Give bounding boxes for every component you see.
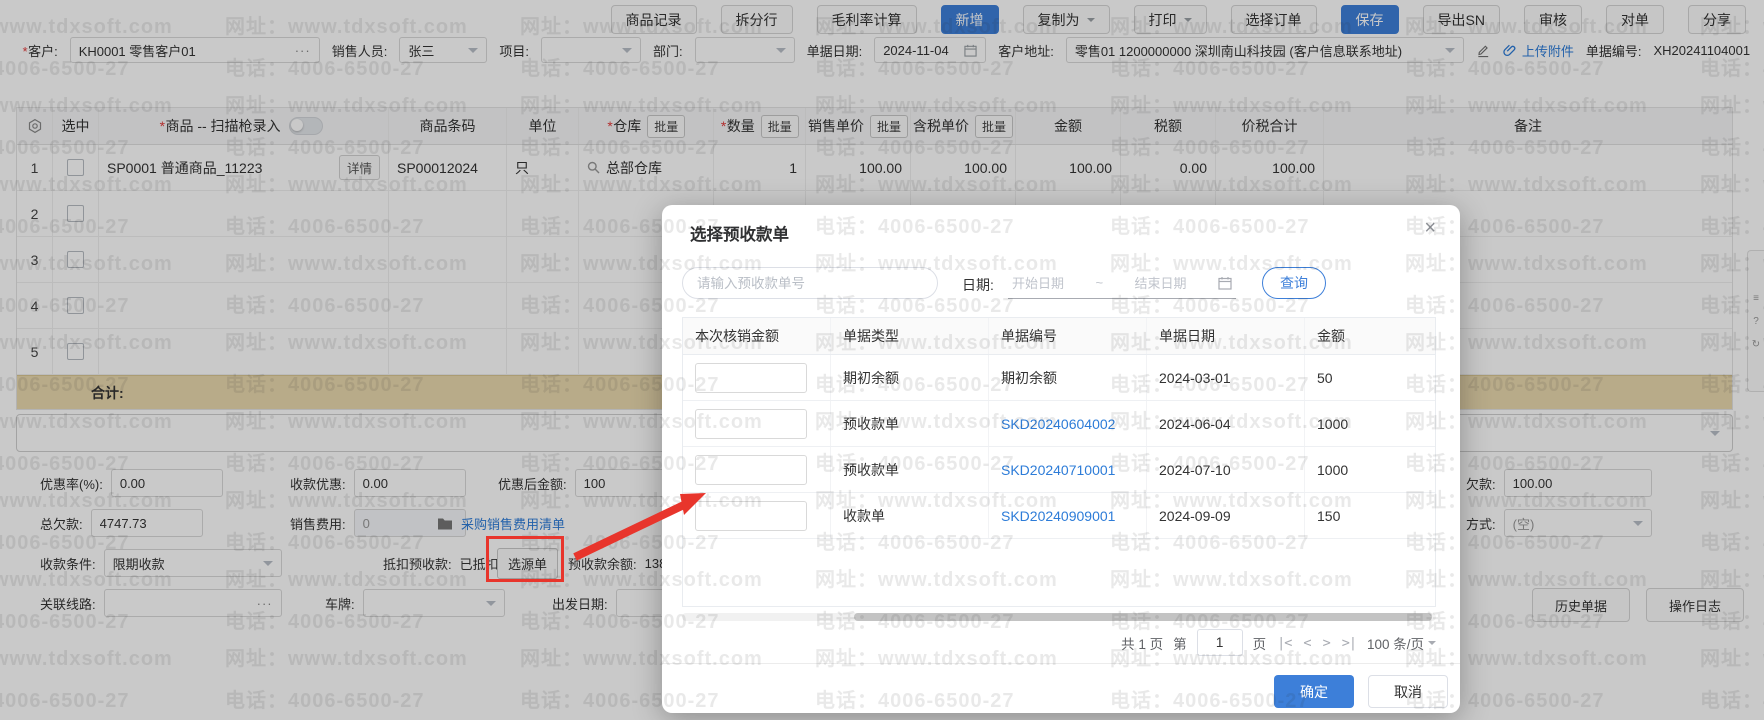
writeoff-amount-input[interactable] xyxy=(695,455,807,485)
next-page-icon[interactable]: > xyxy=(1322,635,1331,651)
date-separator: ~ xyxy=(1095,275,1103,290)
date-start-placeholder[interactable]: 开始日期 xyxy=(1012,273,1064,292)
sales-order-window: 商品记录拆分行毛利率计算新增复制为打印选择订单保存导出SN审核对单分享 *客户:… xyxy=(0,0,1764,720)
writeoff-amount-cell xyxy=(683,447,831,492)
chevron-down-icon xyxy=(1428,641,1436,649)
writeoff-amount-cell xyxy=(683,493,831,538)
modal-column-header: 金额 xyxy=(1305,318,1435,354)
amount-cell: 1000 xyxy=(1305,447,1435,492)
page-suffix: 页 xyxy=(1253,633,1267,653)
writeoff-amount-input[interactable] xyxy=(695,363,807,393)
doc-no-cell[interactable]: SKD20240604002 xyxy=(989,401,1147,446)
modal-title: 选择预收款单 xyxy=(690,221,789,245)
doc-no-link[interactable]: SKD20240604002 xyxy=(1001,416,1115,432)
advance-receipt-table-body: 期初余额期初余额2024-03-0150预收款单SKD2024060400220… xyxy=(683,355,1435,539)
first-page-icon[interactable]: |< xyxy=(1276,635,1292,651)
advance-receipt-table: 本次核销金额单据类型单据编号单据日期金额 期初余额期初余额2024-03-015… xyxy=(682,317,1436,607)
page-input[interactable] xyxy=(1197,629,1243,656)
amount-cell: 1000 xyxy=(1305,401,1435,446)
modal-date-label: 日期: xyxy=(962,275,994,295)
page-prefix: 第 xyxy=(1173,633,1187,653)
modal-footer-divider xyxy=(662,663,1460,664)
doc-no-cell[interactable]: SKD20240710001 xyxy=(989,447,1147,492)
modal-column-header: 单据类型 xyxy=(831,318,989,354)
writeoff-amount-input[interactable] xyxy=(695,501,807,531)
writeoff-amount-cell xyxy=(683,401,831,446)
advance-receipt-no-input[interactable] xyxy=(682,267,938,299)
doc-no-link[interactable]: SKD20240909001 xyxy=(1001,508,1115,524)
confirm-button[interactable]: 确定 xyxy=(1274,675,1354,708)
close-icon[interactable]: × xyxy=(1424,217,1436,240)
advance-receipt-row: 收款单 SKD20240909001 2024-09-09150 xyxy=(683,493,1435,539)
doc-type-cell: 预收款单 xyxy=(831,401,989,446)
writeoff-amount-input[interactable] xyxy=(695,409,807,439)
calendar-icon[interactable] xyxy=(1218,276,1232,290)
doc-type-cell: 收款单 xyxy=(831,493,989,538)
total-pages: 共 1 页 xyxy=(1121,633,1163,653)
modal-column-header: 单据编号 xyxy=(989,318,1147,354)
doc-date-cell: 2024-03-01 xyxy=(1147,355,1305,400)
advance-receipt-row: 期初余额期初余额2024-03-0150 xyxy=(683,355,1435,401)
amount-cell: 50 xyxy=(1305,355,1435,400)
last-page-icon[interactable]: >| xyxy=(1341,635,1357,651)
doc-no-cell: 期初余额 xyxy=(989,355,1147,400)
advance-receipt-table-header: 本次核销金额单据类型单据编号单据日期金额 xyxy=(683,318,1435,355)
pagination: 共 1 页 第 页 |< < > >| 100 条/页 xyxy=(1121,629,1436,656)
select-advance-receipt-modal: 选择预收款单 × 日期: 开始日期 ~ 结束日期 查询 本次核销金额单据类型单据… xyxy=(662,205,1460,713)
advance-receipt-row: 预收款单 SKD20240604002 2024-06-041000 xyxy=(683,401,1435,447)
annotation-highlight-box xyxy=(486,536,564,582)
doc-type-cell: 预收款单 xyxy=(831,447,989,492)
cancel-button[interactable]: 取消 xyxy=(1368,675,1448,708)
scrollbar-thumb[interactable] xyxy=(854,613,1432,621)
writeoff-amount-cell xyxy=(683,355,831,400)
modal-column-header: 本次核销金额 xyxy=(683,318,831,354)
amount-cell: 150 xyxy=(1305,493,1435,538)
date-range-picker[interactable]: 开始日期 ~ 结束日期 xyxy=(1008,267,1236,299)
per-page-select[interactable]: 100 条/页 xyxy=(1367,633,1436,653)
doc-no-cell[interactable]: SKD20240909001 xyxy=(989,493,1147,538)
date-end-placeholder[interactable]: 结束日期 xyxy=(1135,273,1187,292)
prev-page-icon[interactable]: < xyxy=(1302,635,1311,651)
doc-no-link[interactable]: SKD20240710001 xyxy=(1001,462,1115,478)
doc-date-cell: 2024-06-04 xyxy=(1147,401,1305,446)
doc-date-cell: 2024-07-10 xyxy=(1147,447,1305,492)
horizontal-scrollbar[interactable] xyxy=(682,613,1436,621)
doc-type-cell: 期初余额 xyxy=(831,355,989,400)
advance-receipt-row: 预收款单 SKD20240710001 2024-07-101000 xyxy=(683,447,1435,493)
modal-column-header: 单据日期 xyxy=(1147,318,1305,354)
doc-date-cell: 2024-09-09 xyxy=(1147,493,1305,538)
query-button[interactable]: 查询 xyxy=(1262,267,1326,299)
